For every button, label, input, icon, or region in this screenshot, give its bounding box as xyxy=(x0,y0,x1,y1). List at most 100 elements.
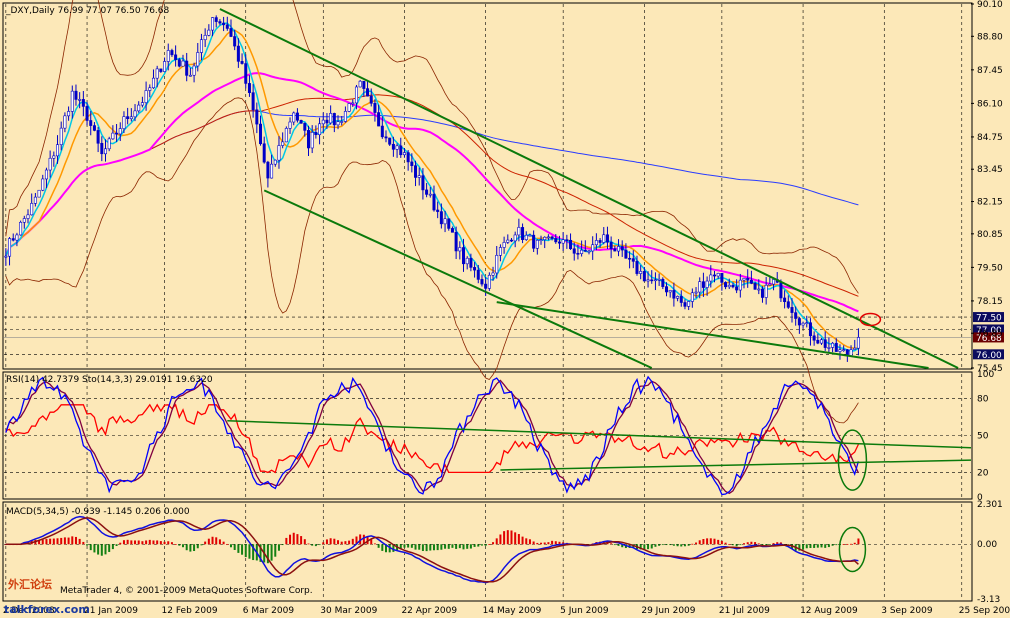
x-tick-label: 12 Aug 2009 xyxy=(800,606,858,616)
candle-body xyxy=(757,288,761,291)
macd-histogram-bar xyxy=(244,544,247,558)
candle-body xyxy=(487,274,491,289)
candle-body xyxy=(103,148,107,155)
macd-histogram-bar xyxy=(229,544,232,548)
candle-body xyxy=(842,349,846,351)
candle-body xyxy=(856,337,860,349)
macd-ytick-label: 2.301 xyxy=(977,500,1003,510)
price-level-label: 76.00 xyxy=(976,351,1002,361)
candle-body xyxy=(557,241,561,244)
candle-body xyxy=(329,113,333,124)
candle-body xyxy=(572,248,576,254)
candle-body xyxy=(380,125,384,138)
macd-histogram-bar xyxy=(163,541,166,545)
candle-body xyxy=(849,349,853,356)
candle-body xyxy=(421,175,425,191)
candle-body xyxy=(240,61,244,64)
candle-body xyxy=(517,227,521,236)
macd-histogram-bar xyxy=(455,544,458,549)
macd-histogram-bar xyxy=(731,544,734,546)
candle-body xyxy=(443,218,447,225)
candle-body xyxy=(690,292,694,302)
x-tick-label: 21 Jan 2009 xyxy=(84,606,138,616)
macd-histogram-bar xyxy=(554,541,557,545)
macd-histogram-bar xyxy=(414,544,417,550)
macd-histogram-bar xyxy=(292,532,295,545)
macd-histogram-bar xyxy=(318,544,321,546)
candle-body xyxy=(823,339,827,348)
macd-histogram-bar xyxy=(805,544,808,549)
macd-histogram-bar xyxy=(728,544,731,546)
candle-body xyxy=(746,277,750,281)
candle-body xyxy=(174,54,178,60)
macd-histogram-bar xyxy=(517,534,520,545)
macd-histogram-bar xyxy=(510,530,513,545)
macd-histogram-bar xyxy=(484,544,487,546)
candle-body xyxy=(838,349,842,352)
osc-ytick-label: 100 xyxy=(977,370,994,380)
candle-body xyxy=(631,258,635,262)
macd-histogram-bar xyxy=(683,544,686,547)
candle-body xyxy=(521,227,525,240)
candle-body xyxy=(587,250,591,253)
candle-body xyxy=(742,277,746,281)
candle-body xyxy=(480,279,484,285)
macd-histogram-bar xyxy=(432,544,435,551)
candle-body xyxy=(410,161,414,166)
macd-histogram-bar xyxy=(381,544,384,551)
candle-body xyxy=(181,60,185,67)
candle-body xyxy=(565,239,569,241)
candle-body xyxy=(354,86,358,104)
candle-body xyxy=(524,234,528,240)
macd-histogram-bar xyxy=(543,542,546,545)
macd-histogram-bar xyxy=(348,540,351,545)
candle-body xyxy=(336,121,340,126)
macd-histogram-bar xyxy=(351,538,354,545)
macd-histogram-bar xyxy=(248,544,251,559)
candle-body xyxy=(502,242,506,248)
macd-histogram-bar xyxy=(695,542,698,545)
candle-body xyxy=(465,257,469,265)
candle-body xyxy=(310,132,314,149)
macd-histogram-bar xyxy=(647,544,650,550)
candle-body xyxy=(642,271,646,282)
candle-body xyxy=(653,279,657,282)
macd-histogram-bar xyxy=(850,543,853,545)
macd-histogram-bar xyxy=(469,544,472,549)
candle-body xyxy=(513,234,517,242)
macd-histogram-bar xyxy=(340,541,343,545)
candle-body xyxy=(698,281,702,293)
macd-histogram-bar xyxy=(772,543,775,545)
macd-histogram-bar xyxy=(111,544,114,550)
macd-histogram-bar xyxy=(67,537,70,545)
candle-body xyxy=(624,249,628,259)
macd-histogram-bar xyxy=(82,541,85,545)
macd-histogram-bar xyxy=(429,544,432,551)
candle-body xyxy=(491,272,495,276)
candle-body xyxy=(244,63,248,84)
macd-histogram-bar xyxy=(492,542,495,545)
macd-histogram-bar xyxy=(698,540,701,545)
candle-body xyxy=(484,283,488,289)
macd-histogram-bar xyxy=(480,544,483,546)
macd-histogram-bar xyxy=(93,544,96,553)
candle-body xyxy=(797,318,801,326)
candle-body xyxy=(425,189,429,195)
candle-body xyxy=(37,189,41,198)
candle-body xyxy=(122,116,126,129)
candle-body xyxy=(613,248,617,252)
macd-panel-title: MACD(5,34,5) -0.939 -1.145 0.206 0.000 xyxy=(6,507,190,517)
candle-body xyxy=(694,291,698,294)
candle-body xyxy=(111,132,115,140)
candle-body xyxy=(59,127,63,146)
candle-body xyxy=(617,246,621,252)
price-panel-title: _DXY,Daily 76.99 77.07 76.50 76.68 xyxy=(5,6,170,16)
price-level-label: 77.50 xyxy=(976,314,1002,324)
candle-body xyxy=(458,247,462,252)
macd-histogram-bar xyxy=(74,536,77,545)
macd-histogram-bar xyxy=(827,544,830,548)
candle-body xyxy=(318,123,322,136)
macd-histogram-bar xyxy=(344,541,347,545)
candle-body xyxy=(255,109,259,125)
candle-body xyxy=(735,286,739,291)
